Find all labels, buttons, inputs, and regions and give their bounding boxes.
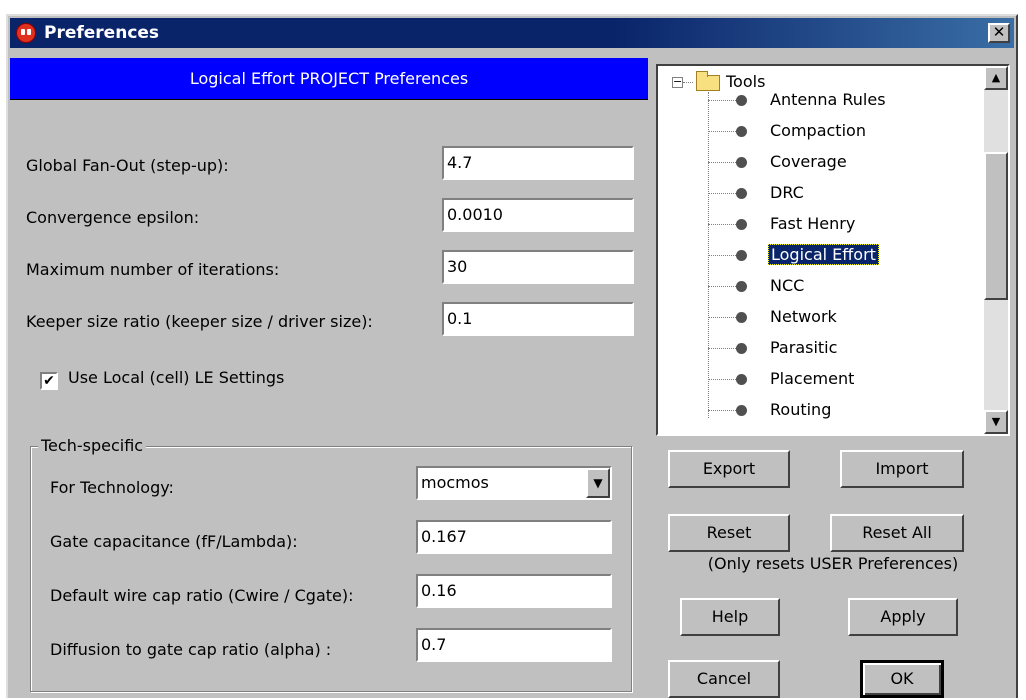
panel-header: Logical Effort PROJECT Preferences [10,58,648,100]
close-icon: ✕ [992,23,1006,41]
preferences-window: Preferences ✕ Logical Effort PROJECT Pre… [6,14,1018,698]
global-fanout-input[interactable]: 4.7 [442,146,634,180]
tree-connector [708,255,738,256]
leaf-icon [736,374,747,385]
tree-item-ncc[interactable]: NCC [770,273,804,299]
wire-cap-ratio-label: Default wire cap ratio (Cwire / Cgate): [50,586,354,605]
tech-specific-legend: Tech-specific [38,436,147,455]
technology-select[interactable]: mocmos ▼ [416,466,612,500]
leaf-icon [736,312,747,323]
global-fanout-label: Global Fan-Out (step-up): [26,156,229,175]
right-panel: − Tools Antenna Rules Compaction Coverag… [650,58,1016,698]
close-button[interactable]: ✕ [988,23,1010,43]
reset-button[interactable]: Reset [668,514,790,552]
use-local-checkbox[interactable]: ✔ [40,372,58,390]
scroll-up-icon[interactable]: ▲ [984,66,1008,90]
tree-item-fast-henry[interactable]: Fast Henry [770,211,855,237]
diffusion-ratio-label: Diffusion to gate cap ratio (alpha) : [50,640,332,659]
tree-item-network[interactable]: Network [770,304,837,330]
preferences-tree[interactable]: − Tools Antenna Rules Compaction Coverag… [656,64,1010,436]
check-mark-icon: ✔ [43,373,55,389]
gate-capacitance-input[interactable]: 0.167 [416,520,612,554]
keeper-ratio-input[interactable]: 0.1 [442,302,634,336]
max-iterations-label: Maximum number of iterations: [26,260,280,279]
apply-button[interactable]: Apply [848,598,958,636]
tree-item-coverage[interactable]: Coverage [770,149,847,175]
tree-connector [708,100,738,101]
tree-item-logical-effort[interactable]: Logical Effort [768,242,879,268]
collapse-icon[interactable]: − [672,76,683,88]
convergence-epsilon-label: Convergence epsilon: [26,208,200,227]
tree-root-tools[interactable]: Tools [726,69,765,95]
import-button[interactable]: Import [840,450,964,488]
tree-item-placement[interactable]: Placement [770,366,854,392]
wire-cap-ratio-input[interactable]: 0.16 [416,574,612,608]
technology-label: For Technology: [50,478,174,497]
tree-item-compaction[interactable]: Compaction [770,118,866,144]
tree-connector [708,410,738,411]
keeper-ratio-label: Keeper size ratio (keeper size / driver … [26,312,373,331]
diffusion-ratio-input[interactable]: 0.7 [416,628,612,662]
tree-connector [708,131,738,132]
window-title: Preferences [44,23,160,43]
max-iterations-input[interactable]: 30 [442,250,634,284]
app-icon [16,23,36,43]
leaf-icon [736,281,747,292]
help-button[interactable]: Help [680,598,780,636]
scroll-thumb[interactable] [984,152,1008,300]
leaf-icon [736,157,747,168]
convergence-epsilon-input[interactable]: 0.0010 [442,198,634,232]
logical-effort-panel: Logical Effort PROJECT Preferences Globa… [10,58,648,698]
tree-connector [708,348,738,349]
leaf-icon [736,95,747,106]
tree-item-antenna-rules[interactable]: Antenna Rules [770,87,886,113]
ok-button[interactable]: OK [860,660,944,698]
tree-connector [708,286,738,287]
cancel-button[interactable]: Cancel [668,660,780,698]
tree-connector [708,224,738,225]
reset-note: (Only resets USER Preferences) [707,554,959,573]
leaf-icon [736,343,747,354]
title-bar[interactable]: Preferences ✕ [10,18,1014,48]
leaf-icon [736,250,747,261]
leaf-icon [736,188,747,199]
reset-all-button[interactable]: Reset All [830,514,964,552]
export-button[interactable]: Export [668,450,790,488]
chevron-down-icon[interactable]: ▼ [586,468,610,498]
use-local-label[interactable]: Use Local (cell) LE Settings [68,368,284,387]
gate-capacitance-label: Gate capacitance (fF/Lambda): [50,532,298,551]
leaf-icon [736,405,747,416]
tree-item-drc[interactable]: DRC [770,180,804,206]
tree-connector [708,162,738,163]
technology-value: mocmos [421,473,489,492]
tree-item-parasitic[interactable]: Parasitic [770,335,837,361]
selected-item-label: Logical Effort [768,244,879,265]
tree-connector [708,317,738,318]
tree-connector [708,193,738,194]
tree-connector [683,82,693,83]
tree-scrollbar[interactable]: ▲ ▼ [984,66,1008,434]
tree-item-routing[interactable]: Routing [770,397,831,423]
tree-connector [708,379,738,380]
folder-icon [696,71,720,91]
leaf-icon [736,219,747,230]
leaf-icon [736,126,747,137]
scroll-down-icon[interactable]: ▼ [984,410,1008,434]
